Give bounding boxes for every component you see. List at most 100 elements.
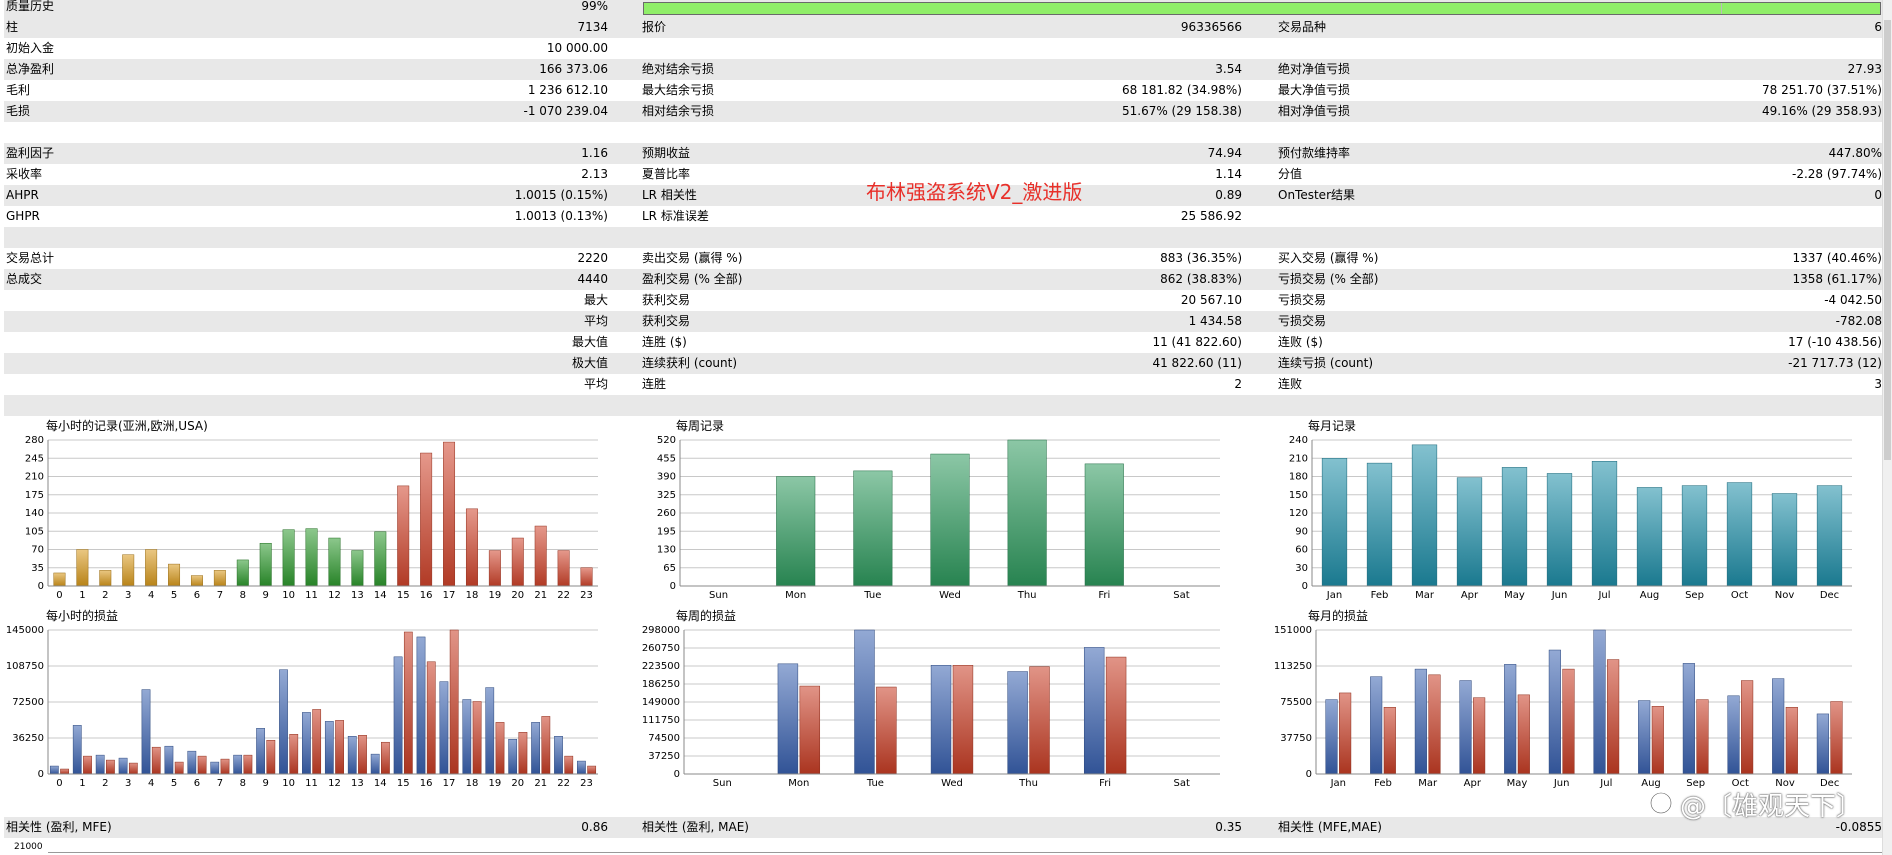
stat-value: 41 822.60 (11) [1152,356,1242,370]
y-tick-label: 60 [1295,545,1308,556]
loss-bar [472,701,482,775]
x-tick-label: Fri [1099,778,1111,789]
x-tick-label: 19 [489,590,502,601]
bar [776,476,816,587]
bar [1636,487,1663,587]
y-tick-label: 90 [1295,526,1308,537]
loss-bar [587,765,597,775]
x-tick-label: 21 [534,590,547,601]
scrollbar-thumb[interactable] [1884,20,1891,460]
x-tick-label: May [1507,778,1528,789]
profit-bar [462,699,472,775]
stat-value: 2.13 [581,167,608,181]
bar [1546,473,1573,587]
stats-row: 交易总计 2220 卖出交易 (赢得 %) 883 (36.35%) 买入交易 (赢得 … [4,248,1882,269]
correlation-value: 0.35 [1215,820,1242,834]
x-tick-label: 14 [374,590,387,601]
x-tick-label: 16 [420,590,433,601]
profit-bar [49,765,59,775]
y-tick-label: 180 [1289,472,1308,483]
x-tick-label: 14 [374,778,387,789]
bar [1007,439,1047,587]
y-tick-label: 108750 [6,661,44,672]
y-tick-label: 455 [657,453,676,464]
loss-bar [1383,706,1396,775]
profit-bar [508,738,518,775]
x-tick-label: Sun [713,778,732,789]
x-tick-label: 15 [397,778,410,789]
bar [397,485,410,587]
profit-bar [1638,700,1651,775]
stat-label: 分值 [1278,167,1303,181]
x-tick-label: Fri [1098,590,1110,601]
stat-value: 51.67% (29 158.38) [1121,104,1242,118]
y-tick-label: 111750 [642,715,680,726]
y-tick-label: 75500 [1280,697,1312,708]
x-tick-label: Jan [1326,590,1342,601]
profit-bar [1007,671,1028,775]
monthly-records-plot: 240 210 180 150 120 90 60 30 0 Jan Feb Mar Apr May Jun… [1289,435,1852,601]
stats-row: 最大 获利交易 20 567.10 亏损交易 -4 042.50 [4,290,1882,311]
stat-label: 预期收益 [642,146,691,160]
stats-row: GHPR 1.0013 (0.13%) LR 标准误差 25 586.92 [4,206,1882,227]
loss-bar [243,754,253,775]
x-tick-label: Aug [1640,590,1660,601]
stats-row: 盈利因子 1.16 预期收益 74.94 预付款维持率 447.80% [4,143,1882,164]
loss-bar [449,629,459,775]
y-tick-label: 72500 [12,697,44,708]
bar [305,528,318,587]
loss-bar [799,685,821,775]
stat-value: 49.16% (29 358.93) [1761,104,1882,118]
y-tick-label: 37250 [648,751,680,762]
bar [99,570,112,587]
bar [282,529,295,587]
stat-value: 17 (-10 438.56) [1788,335,1882,349]
system-title: 布林强盗系统V2_激进版 [866,180,1083,204]
stat-label: 相对净值亏损 [1278,104,1351,118]
stat-label: 连胜 ($) [642,335,687,349]
profit-bar [1504,664,1517,775]
x-tick-label: Sat [1173,590,1189,601]
loss-bar [1562,668,1575,775]
profit-bar [72,725,82,775]
y-tick-label: 325 [657,490,676,501]
x-tick-label: Thu [1017,590,1037,601]
loss-bar [564,755,574,775]
bar [534,525,547,587]
bar [488,550,501,587]
loss-bar [1105,656,1127,775]
loss-bar [220,758,230,775]
stat-value: 4440 [577,272,608,286]
vertical-scrollbar[interactable] [1882,0,1892,855]
x-tick-label: 18 [466,778,479,789]
stats-row [4,395,1882,416]
profit-bar [95,754,105,775]
x-tick-label: 8 [240,778,246,789]
correlation-value: 0.86 [581,820,608,834]
stats-row: 平均 获利交易 1 434.58 亏损交易 -782.08 [4,311,1882,332]
stat-label: 获利交易 [642,314,691,328]
x-tick-label: 13 [351,590,364,601]
x-tick-label: 18 [466,590,479,601]
y-tick-label: 35 [31,563,44,574]
bar [1321,458,1348,587]
stat-value: -4 042.50 [1824,293,1882,307]
profit-bar [554,736,563,775]
stat-label: 盈利交易 (% 全部) [642,272,743,286]
stat-label: 获利交易 [642,293,691,307]
stat-label: 连败 [1278,377,1303,391]
stat-label: 连胜 [642,377,667,391]
bar [1456,477,1483,587]
x-tick-label: 2 [102,778,108,789]
loss-bar [381,741,390,775]
y-tick-label: 520 [657,435,676,446]
stat-value: 0 [1874,188,1882,202]
y-tick-label: 0 [670,581,676,592]
stat-label: 绝对净值亏损 [1278,62,1351,76]
y-tick-label: 210 [1289,453,1308,464]
stat-label: GHPR [6,209,40,223]
bar [53,572,66,587]
x-tick-label: 17 [443,590,456,601]
profit-bar [256,728,265,775]
stat-value: 最大值 [571,335,608,349]
